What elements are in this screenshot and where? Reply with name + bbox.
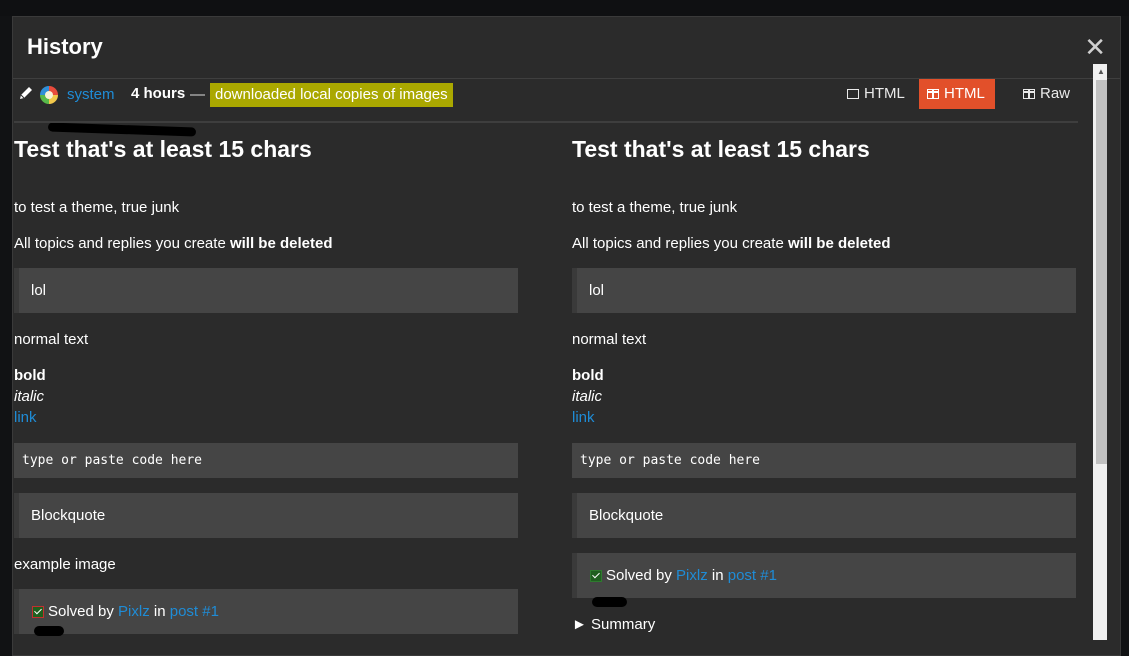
normal-text: normal text <box>572 331 647 348</box>
quote-text: Blockquote <box>589 507 664 524</box>
blockquote: lol <box>14 268 518 313</box>
summary-toggle[interactable]: ► Summary <box>572 616 655 633</box>
post-warning: All topics and replies you create will b… <box>14 235 332 252</box>
blockquote: Blockquote <box>14 493 518 538</box>
bold-text: bold <box>14 367 46 384</box>
modal-header: History ✕ <box>13 17 1120 79</box>
redaction-scribble <box>592 597 627 607</box>
side-by-side-label: HTML <box>944 85 985 102</box>
code-text: type or paste code here <box>22 453 203 468</box>
warning-text: All topics and replies you create <box>14 235 230 252</box>
normal-text: normal text <box>14 331 89 348</box>
post-title: Test that's at least 15 chars <box>14 136 312 162</box>
code-block: type or paste code here <box>14 443 518 478</box>
solved-in: in <box>707 567 728 584</box>
image-label: example image <box>14 556 116 573</box>
scrollbar-thumb[interactable] <box>1096 80 1107 464</box>
warning-bold: will be deleted <box>229 235 333 252</box>
modal-title: History <box>27 34 103 59</box>
avatar[interactable] <box>40 86 58 104</box>
solved-box: Solved by Pixlz in post #1 <box>14 589 518 634</box>
revision-separator: — <box>190 86 205 103</box>
italic-text: italic <box>572 388 603 405</box>
top-bar <box>0 0 1129 16</box>
solved-prefix: Solved by <box>606 567 677 584</box>
quote-text: lol <box>589 282 605 299</box>
revision-reason: downloaded local copies of images <box>210 83 453 107</box>
blockquote: lol <box>572 268 1076 313</box>
divider <box>14 121 1078 123</box>
solved-user-link[interactable]: Pixlz <box>118 603 150 620</box>
blockquote: Blockquote <box>572 493 1076 538</box>
redaction-scribble <box>34 626 64 636</box>
solved-in: in <box>149 603 170 620</box>
checkbox-icon <box>32 606 44 618</box>
pencil-icon <box>20 87 32 99</box>
raw-label: Raw <box>1040 85 1071 102</box>
warning-text: All topics and replies you create <box>572 235 788 252</box>
columns-icon <box>927 89 939 99</box>
quote-text: lol <box>31 282 47 299</box>
code-text: type or paste code here <box>580 453 761 468</box>
view-toggle-group: HTML HTML Raw <box>839 79 1099 109</box>
square-icon <box>847 89 859 99</box>
inline-html-toggle[interactable]: HTML <box>839 79 915 109</box>
solved-prefix: Solved by <box>48 603 119 620</box>
close-icon[interactable]: ✕ <box>1084 34 1106 60</box>
solved-post-link[interactable]: post #1 <box>170 603 219 620</box>
post-link[interactable]: link <box>572 409 595 426</box>
post-subtitle: to test a theme, true junk <box>14 199 180 216</box>
bold-text: bold <box>572 367 604 384</box>
raw-toggle[interactable]: Raw <box>1015 79 1080 109</box>
revision-time: 4 hours <box>131 85 186 102</box>
columns-icon <box>1023 89 1035 99</box>
code-block: type or paste code here <box>572 443 1076 478</box>
post-warning: All topics and replies you create will b… <box>572 235 890 252</box>
solved-line: Solved by Pixlz in post #1 <box>590 567 777 584</box>
post-link[interactable]: link <box>14 409 37 426</box>
solved-line: Solved by Pixlz in post #1 <box>32 603 219 620</box>
post-subtitle: to test a theme, true junk <box>572 199 738 216</box>
solved-post-link[interactable]: post #1 <box>728 567 777 584</box>
solved-user-link[interactable]: Pixlz <box>676 567 708 584</box>
quote-text: Blockquote <box>31 507 106 524</box>
side-by-side-html-toggle[interactable]: HTML <box>919 79 995 109</box>
solved-box: Solved by Pixlz in post #1 <box>572 553 1076 598</box>
scroll-up-arrow-icon[interactable]: ▲ <box>1097 67 1105 76</box>
checkbox-icon <box>590 570 602 582</box>
inline-html-label: HTML <box>864 85 905 102</box>
italic-text: italic <box>14 388 45 405</box>
post-title: Test that's at least 15 chars <box>572 136 870 162</box>
revision-username[interactable]: system <box>67 86 115 103</box>
warning-bold: will be deleted <box>787 235 891 252</box>
